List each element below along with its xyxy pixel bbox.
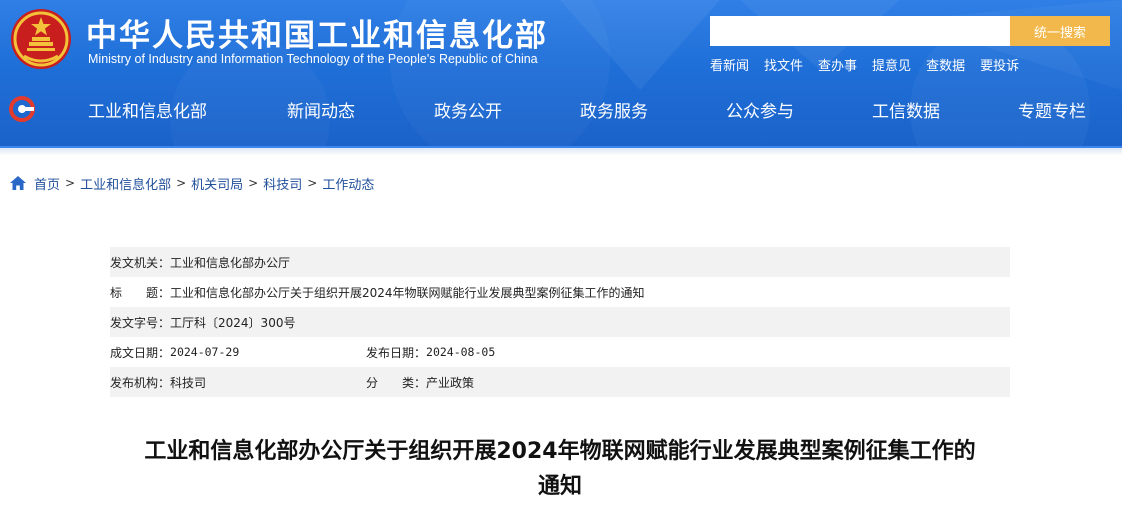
document-meta-table: 发文机关： 工业和信息化部办公厅 标 题： 工业和信息化部办公厅关于组织开展20… xyxy=(110,247,1010,397)
meta-value-doc-no: 工厅科〔2024〕300号 xyxy=(170,315,296,330)
meta-label: 发文字号： xyxy=(110,315,171,330)
site-title-cn: 中华人民共和国工业和信息化部 xyxy=(86,18,548,54)
nav-item-topics[interactable]: 专题专栏 xyxy=(1018,97,1086,122)
search-button[interactable]: 统一搜索 xyxy=(1010,16,1110,46)
quick-link-complaint[interactable]: 要投诉 xyxy=(980,55,1019,74)
breadcrumb-separator: > xyxy=(248,176,259,190)
meta-value-issuer: 工业和信息化部办公厅 xyxy=(170,255,291,270)
breadcrumb-separator: > xyxy=(176,176,187,190)
meta-label: 发布日期： xyxy=(366,345,427,360)
meta-value-created: 2024-07-29 xyxy=(170,345,240,359)
quick-link-feedback[interactable]: 提意见 xyxy=(872,55,911,74)
nav-item-miit[interactable]: 工业和信息化部 xyxy=(88,97,207,122)
nav-item-news[interactable]: 新闻动态 xyxy=(287,97,355,122)
meta-cell-org: 发布机构： 科技司 xyxy=(110,374,366,391)
meta-label: 发文机关： xyxy=(110,255,171,270)
search-input[interactable] xyxy=(710,16,1010,46)
meta-value-published: 2024-08-05 xyxy=(426,345,496,359)
meta-cell-category: 分 类： 产业政策 xyxy=(366,374,474,391)
breadcrumb-separator: > xyxy=(307,176,318,190)
nav-item-gov-service[interactable]: 政务服务 xyxy=(580,97,648,122)
meta-cell-created: 成文日期： 2024-07-29 xyxy=(110,344,366,361)
article-title: 工业和信息化部办公厅关于组织开展2024年物联网赋能行业发展典型案例征集工作的 … xyxy=(110,434,1010,504)
quick-link-files[interactable]: 找文件 xyxy=(764,55,803,74)
quick-links: 看新闻 找文件 查办事 提意见 查数据 要投诉 xyxy=(710,55,1019,74)
national-emblem-icon xyxy=(11,9,71,69)
meta-value-org: 科技司 xyxy=(170,375,207,390)
meta-row-doc-no: 发文字号： 工厅科〔2024〕300号 xyxy=(110,307,1010,337)
nav-item-gov-info[interactable]: 政务公开 xyxy=(434,97,502,122)
header-shadow xyxy=(0,148,1122,156)
meta-value-title: 工业和信息化部办公厅关于组织开展2024年物联网赋能行业发展典型案例征集工作的通… xyxy=(170,285,645,300)
meta-label: 标 题： xyxy=(110,285,171,300)
breadcrumb: 首页 > 工业和信息化部 > 机关司局 > 科技司 > 工作动态 xyxy=(10,174,374,193)
breadcrumb-departments[interactable]: 机关司局 xyxy=(191,174,243,193)
breadcrumb-miit[interactable]: 工业和信息化部 xyxy=(80,174,171,193)
meta-row-dates: 成文日期： 2024-07-29 发布日期： 2024-08-05 xyxy=(110,337,1010,367)
article-title-line-2: 通知 xyxy=(537,474,582,499)
meta-label: 分 类： xyxy=(366,375,427,390)
article-title-line-1: 工业和信息化部办公厅关于组织开展2024年物联网赋能行业发展典型案例征集工作的 xyxy=(144,439,976,464)
breadcrumb-work-news[interactable]: 工作动态 xyxy=(322,174,374,193)
miit-logo-icon xyxy=(9,96,35,122)
home-icon xyxy=(10,176,26,190)
meta-row-title: 标 题： 工业和信息化部办公厅关于组织开展2024年物联网赋能行业发展典型案例征… xyxy=(110,277,1010,307)
main-nav: 工业和信息化部 新闻动态 政务公开 政务服务 公众参与 工信数据 专题专栏 xyxy=(0,88,1122,130)
nav-item-data[interactable]: 工信数据 xyxy=(872,97,940,122)
breadcrumb-separator: > xyxy=(65,176,76,190)
quick-link-data[interactable]: 查数据 xyxy=(926,55,965,74)
site-header: 中华人民共和国工业和信息化部 Ministry of Industry and … xyxy=(0,0,1122,148)
meta-label: 发布机构： xyxy=(110,375,171,390)
meta-row-org: 发布机构： 科技司 分 类： 产业政策 xyxy=(110,367,1010,397)
breadcrumb-home[interactable]: 首页 xyxy=(34,174,60,193)
meta-label: 成文日期： xyxy=(110,345,171,360)
meta-row-issuer: 发文机关： 工业和信息化部办公厅 xyxy=(110,247,1010,277)
quick-link-news[interactable]: 看新闻 xyxy=(710,55,749,74)
nav-item-public[interactable]: 公众参与 xyxy=(726,97,794,122)
site-title-en: Ministry of Industry and Information Tec… xyxy=(88,52,538,66)
quick-link-services[interactable]: 查办事 xyxy=(818,55,857,74)
meta-cell-published: 发布日期： 2024-08-05 xyxy=(366,344,495,361)
breadcrumb-sci-tech-dept[interactable]: 科技司 xyxy=(263,174,302,193)
meta-value-category: 产业政策 xyxy=(426,375,475,390)
